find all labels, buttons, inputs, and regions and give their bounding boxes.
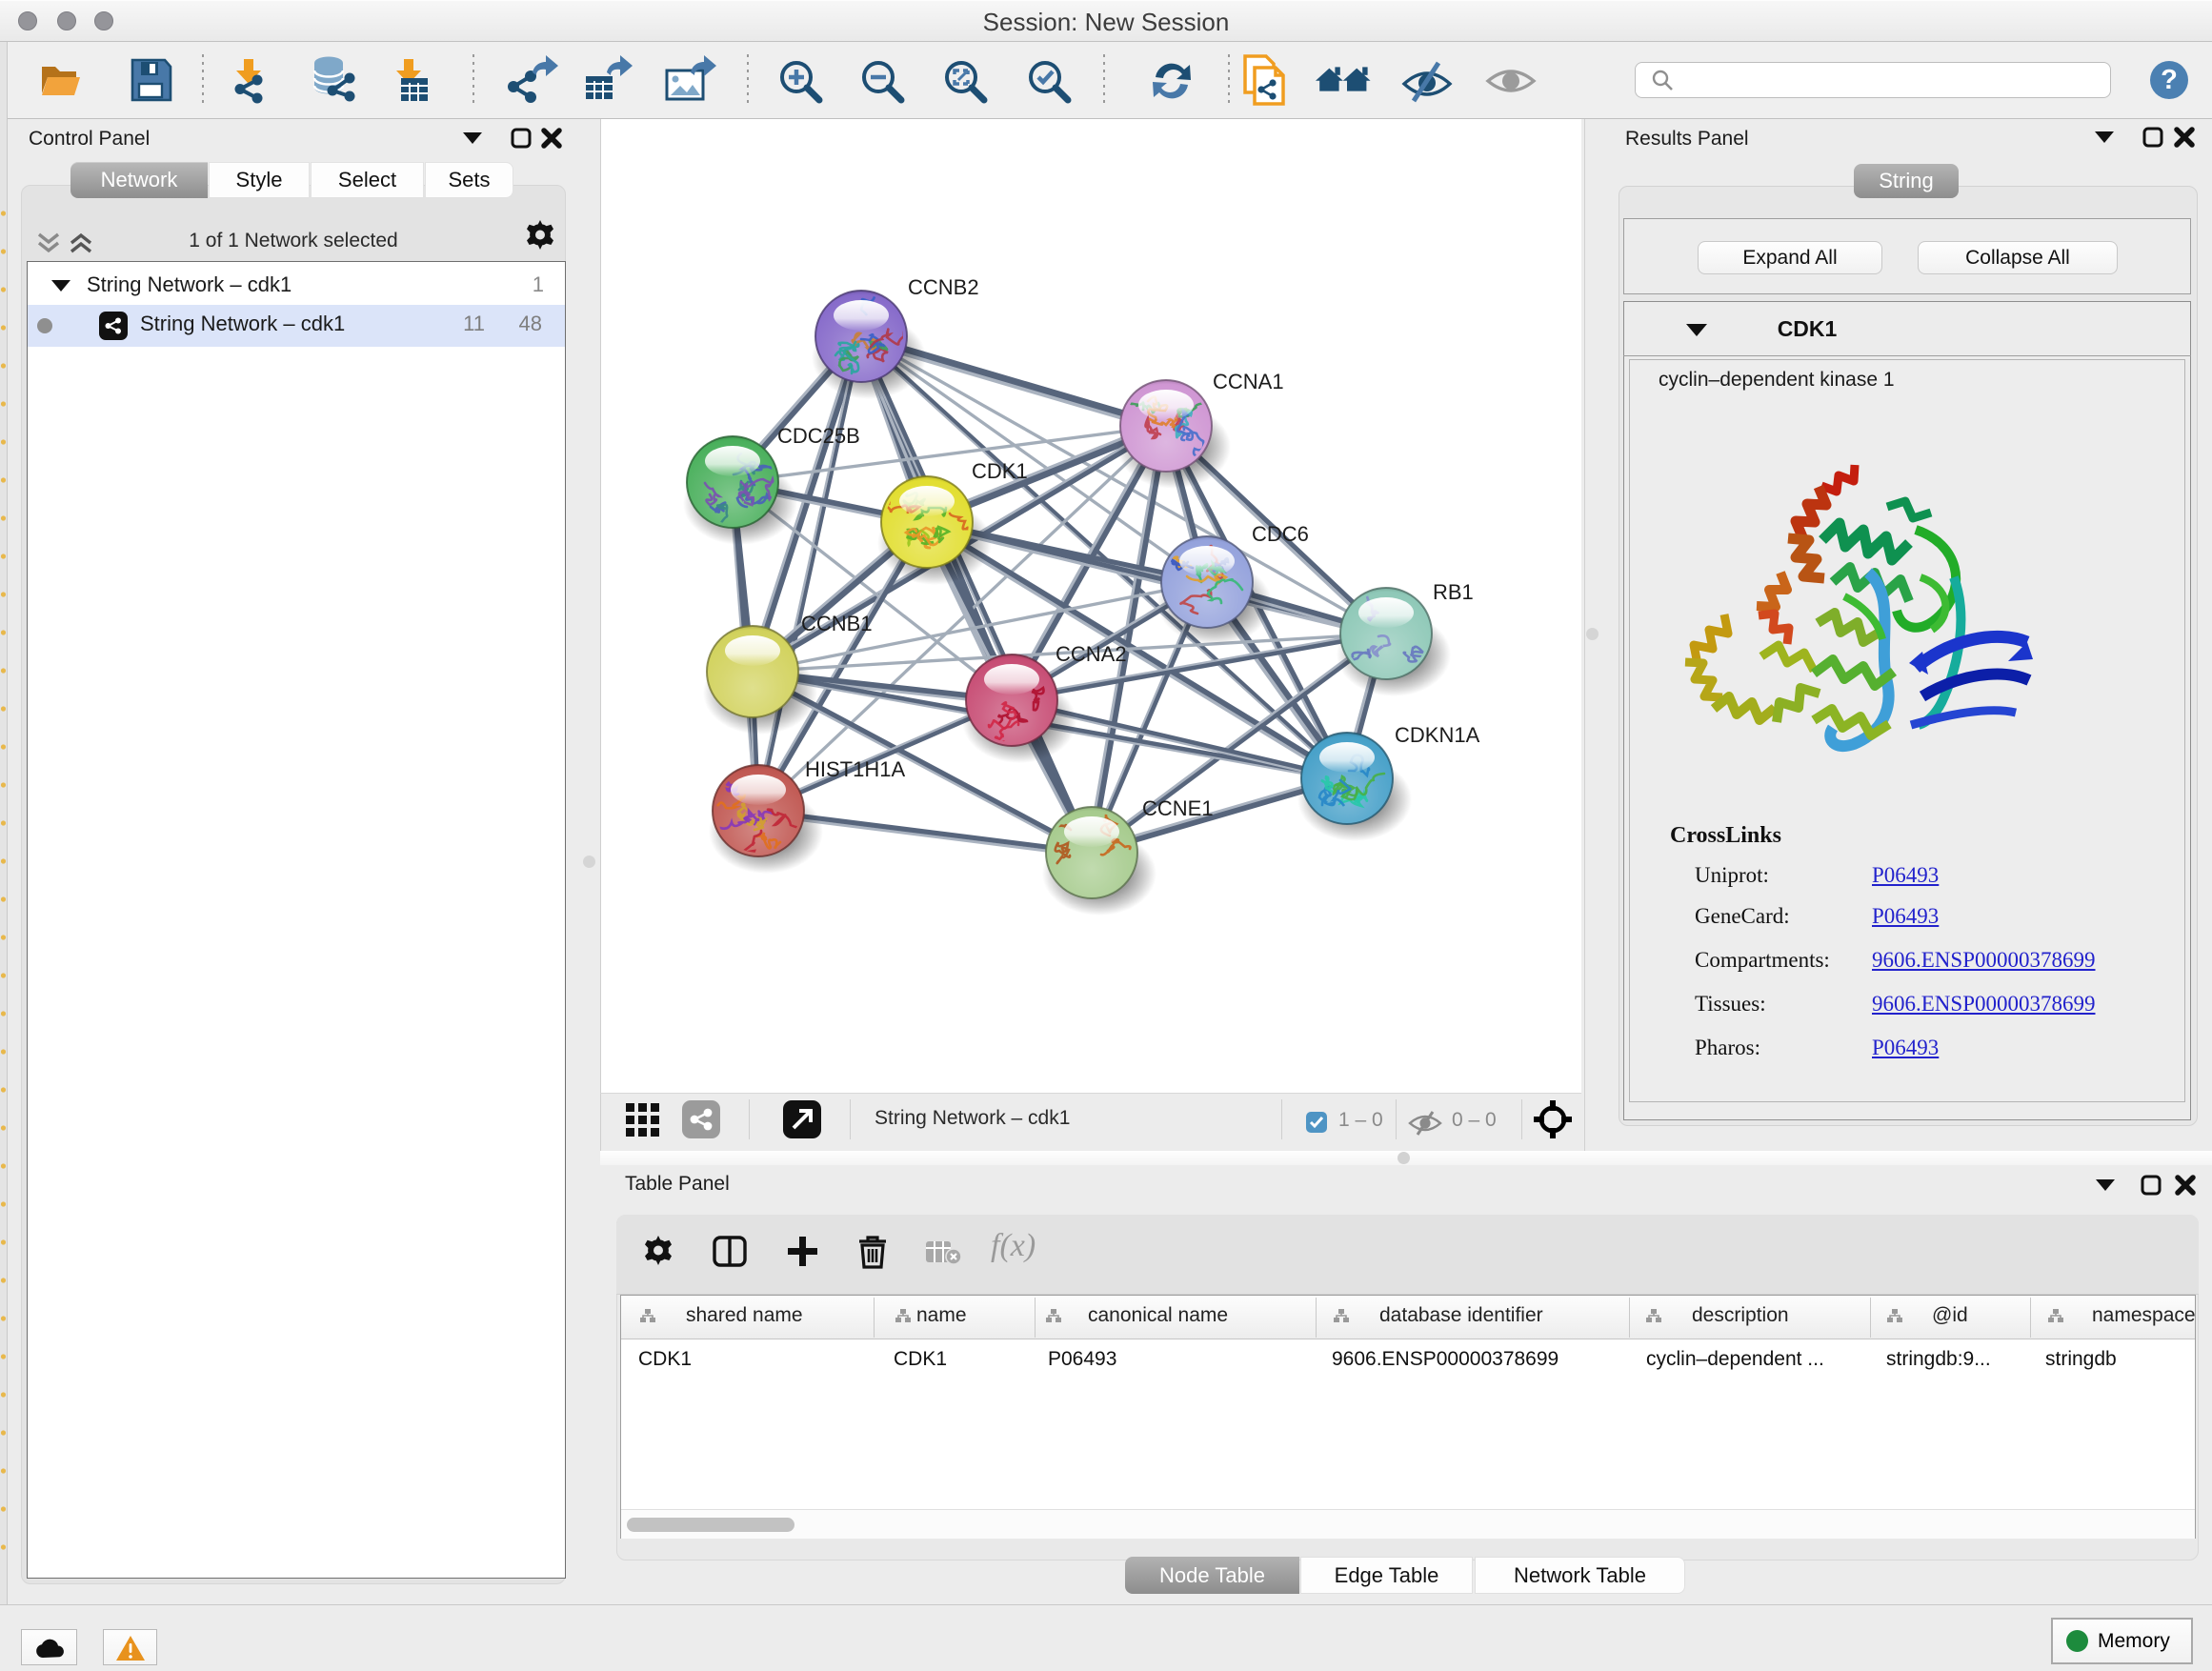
svg-text:CCNA1: CCNA1 — [1213, 370, 1284, 393]
svg-text:HIST1H1A: HIST1H1A — [805, 757, 905, 781]
svg-text:CCNA2: CCNA2 — [1056, 642, 1127, 666]
svg-text:CDC25B: CDC25B — [777, 424, 860, 448]
svg-text:RB1: RB1 — [1433, 580, 1474, 604]
svg-text:CCNB1: CCNB1 — [801, 612, 873, 635]
svg-text:CDC6: CDC6 — [1252, 522, 1309, 546]
svg-text:CCNE1: CCNE1 — [1142, 796, 1214, 820]
svg-text:CDK1: CDK1 — [972, 459, 1028, 483]
svg-text:CDKN1A: CDKN1A — [1395, 723, 1480, 747]
svg-text:CCNB2: CCNB2 — [908, 275, 979, 299]
